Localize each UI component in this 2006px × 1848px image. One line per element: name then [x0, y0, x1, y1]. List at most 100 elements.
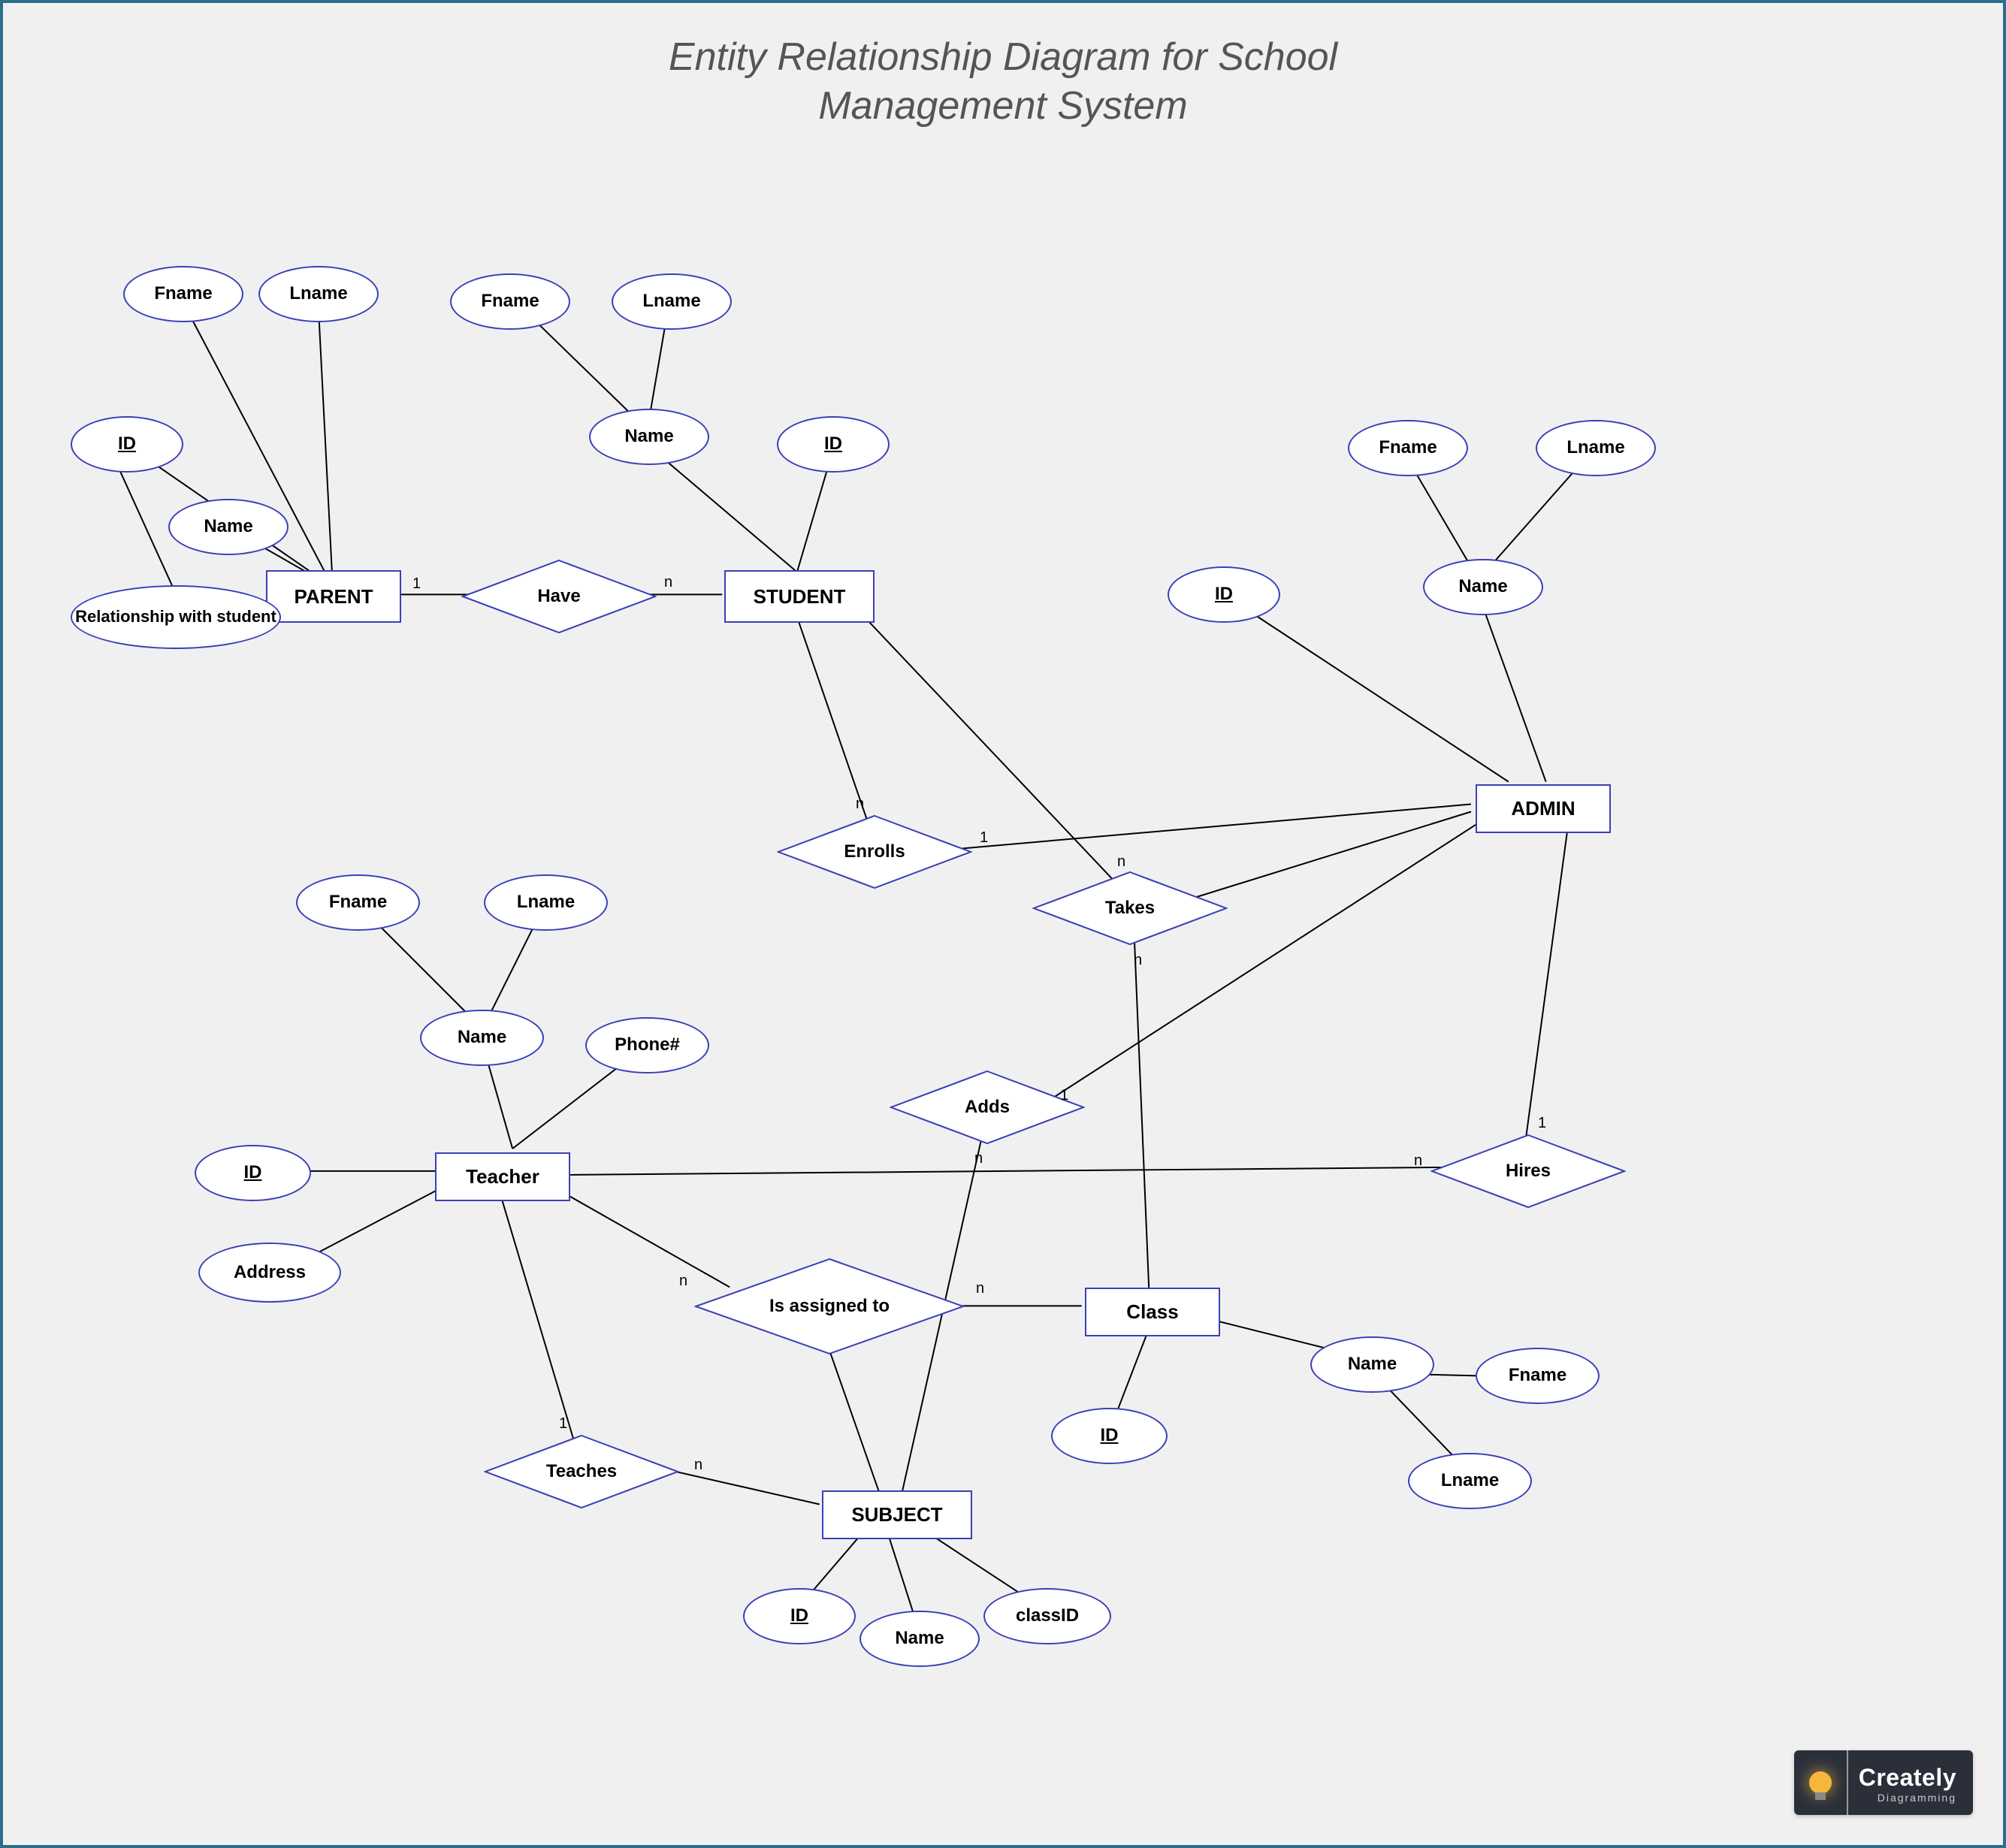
- attr-parent-id: ID: [71, 416, 183, 473]
- rel-label: Takes: [1105, 898, 1155, 919]
- attr-teacher-phone: Phone#: [585, 1017, 709, 1073]
- attr-admin-id: ID: [1168, 566, 1280, 623]
- attr-text: Phone#: [615, 1035, 680, 1055]
- entity-label: Class: [1126, 1300, 1178, 1324]
- attr-text: Lname: [1441, 1471, 1499, 1490]
- attr-text: Address: [234, 1263, 306, 1282]
- rel-takes: Takes: [1032, 871, 1228, 946]
- logo-brand: Creately: [1859, 1764, 1956, 1792]
- attr-teacher-id: ID: [195, 1145, 311, 1201]
- entity-label: ADMIN: [1511, 797, 1575, 820]
- attr-text: Name: [1458, 577, 1507, 596]
- attr-teacher-fname: Fname: [296, 874, 420, 931]
- card-admin-hires: 1: [1538, 1115, 1546, 1132]
- attr-text: ID: [1101, 1426, 1119, 1445]
- rel-label: Hires: [1506, 1161, 1551, 1182]
- attr-text: ID: [244, 1163, 262, 1182]
- attr-text: Lname: [1566, 438, 1624, 457]
- rel-label: Teaches: [546, 1461, 617, 1482]
- attr-parent-fname: Fname: [123, 266, 243, 322]
- card-class-assigned: n: [976, 1280, 984, 1297]
- card-class-takes: n: [1134, 952, 1142, 969]
- rel-hires: Hires: [1430, 1134, 1626, 1209]
- attr-text: ID: [118, 434, 136, 454]
- card-student-have: n: [664, 574, 672, 591]
- diagram-title: Entity Relationship Diagram for School M…: [3, 33, 2003, 131]
- attr-subject-id: ID: [743, 1588, 856, 1644]
- entity-label: STUDENT: [754, 585, 846, 608]
- attr-student-fname: Fname: [450, 273, 570, 330]
- entity-student: STUDENT: [724, 570, 875, 623]
- attr-text: Relationship with student: [75, 608, 276, 626]
- entity-label: SUBJECT: [851, 1503, 942, 1526]
- card-admin-adds: 1: [1060, 1087, 1068, 1104]
- card-parent-have: 1: [412, 575, 421, 593]
- title-line-1: Entity Relationship Diagram for School: [669, 35, 1337, 79]
- entity-subject: SUBJECT: [822, 1490, 972, 1539]
- rel-adds: Adds: [890, 1070, 1085, 1145]
- attr-text: Lname: [642, 291, 700, 311]
- rel-label: Adds: [965, 1097, 1010, 1118]
- attr-parent-relationship: Relationship with student: [71, 585, 281, 649]
- entity-parent: PARENT: [266, 570, 401, 623]
- rel-enrolls: Enrolls: [777, 814, 972, 889]
- attr-text: Name: [895, 1629, 944, 1648]
- attr-text: ID: [824, 434, 842, 454]
- attr-text: Lname: [289, 284, 347, 303]
- attr-text: Name: [1348, 1354, 1397, 1374]
- attr-teacher-lname: Lname: [484, 874, 608, 931]
- diagram-canvas: Entity Relationship Diagram for School M…: [0, 0, 2006, 1848]
- rel-have: Have: [461, 559, 657, 634]
- attr-student-name: Name: [589, 409, 709, 465]
- card-admin-enrolls: 1: [980, 829, 988, 847]
- attr-class-name: Name: [1310, 1336, 1434, 1393]
- attr-class-id: ID: [1051, 1408, 1168, 1464]
- attr-text: classID: [1016, 1606, 1079, 1626]
- card-student-takes: n: [1117, 853, 1125, 871]
- entity-class: Class: [1085, 1288, 1220, 1336]
- attr-admin-fname: Fname: [1348, 420, 1468, 476]
- attr-subject-name: Name: [859, 1611, 980, 1667]
- rel-label: Is assigned to: [769, 1296, 890, 1317]
- attr-text: Fname: [329, 892, 387, 912]
- card-teacher-assigned: n: [679, 1273, 687, 1290]
- card-teacher-teaches: 1: [559, 1415, 567, 1433]
- attr-teacher-address: Address: [198, 1243, 341, 1303]
- rel-teaches: Teaches: [484, 1434, 679, 1509]
- attr-teacher-name: Name: [420, 1010, 544, 1066]
- attr-text: ID: [790, 1606, 808, 1626]
- entity-admin: ADMIN: [1476, 784, 1611, 833]
- attr-subject-classid: classID: [983, 1588, 1111, 1644]
- attr-text: Fname: [1379, 438, 1437, 457]
- attr-parent-name: Name: [168, 499, 289, 555]
- attr-parent-lname: Lname: [258, 266, 379, 322]
- attr-text: Name: [204, 517, 252, 536]
- attr-student-id: ID: [777, 416, 890, 473]
- attr-admin-lname: Lname: [1536, 420, 1656, 476]
- logo-bulb-icon: [1794, 1750, 1847, 1815]
- card-subject-adds: n: [974, 1150, 983, 1167]
- attr-text: Fname: [1509, 1366, 1566, 1385]
- logo-subtitle: Diagramming: [1859, 1792, 1956, 1804]
- entity-parent-label: PARENT: [295, 585, 373, 608]
- attr-admin-name: Name: [1423, 559, 1543, 615]
- attr-text: Lname: [517, 892, 575, 912]
- rel-label: Have: [537, 586, 580, 607]
- entity-label: Teacher: [466, 1165, 539, 1188]
- card-student-enrolls: n: [856, 796, 864, 813]
- card-subject-teaches: n: [694, 1457, 702, 1474]
- attr-student-lname: Lname: [612, 273, 732, 330]
- rel-is-assigned-to: Is assigned to: [694, 1258, 965, 1355]
- attr-text: Name: [458, 1028, 506, 1047]
- card-teacher-hires: n: [1414, 1152, 1422, 1170]
- attr-text: ID: [1215, 584, 1233, 604]
- title-line-2: Management System: [818, 84, 1187, 128]
- attr-text: Fname: [481, 291, 539, 311]
- rel-label: Enrolls: [844, 841, 905, 862]
- attr-class-fname: Fname: [1476, 1348, 1600, 1404]
- attr-text: Fname: [154, 284, 212, 303]
- creately-logo: Creately Diagramming: [1794, 1750, 1973, 1815]
- attr-class-lname: Lname: [1408, 1453, 1532, 1509]
- attr-text: Name: [624, 427, 673, 446]
- entity-teacher: Teacher: [435, 1152, 570, 1201]
